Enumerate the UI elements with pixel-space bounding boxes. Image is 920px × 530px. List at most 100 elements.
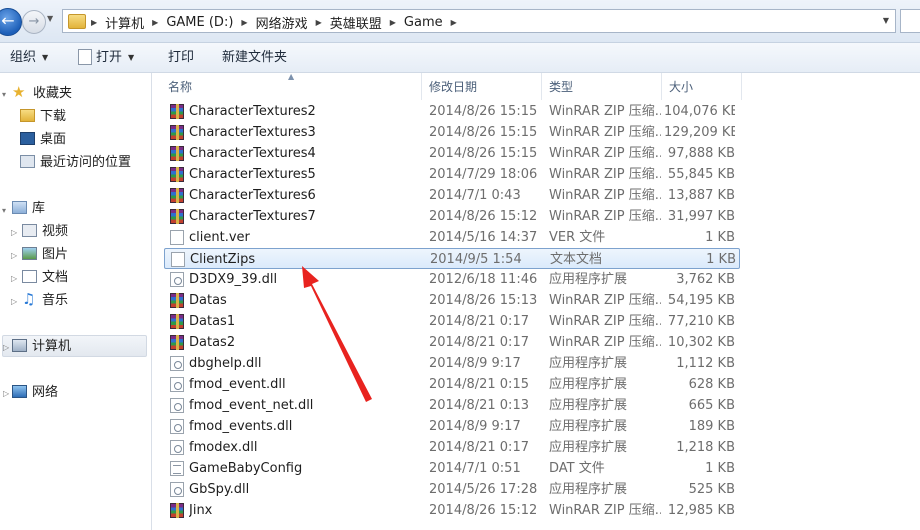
column-header-type[interactable]: 类型 xyxy=(542,73,662,100)
file-row[interactable]: GbSpy.dll 2014/5/26 17:28 应用程序扩展 525 KB xyxy=(164,479,740,500)
breadcrumb-drive[interactable]: GAME (D:) xyxy=(166,15,233,30)
winrar-archive-icon xyxy=(170,293,184,308)
sidebar-item-recent[interactable]: 最近访问的位置 xyxy=(20,153,131,173)
dll-file-icon xyxy=(170,482,184,497)
file-name: ClientZips xyxy=(190,252,256,267)
computer-icon xyxy=(12,339,27,352)
dat-file-icon xyxy=(170,461,184,476)
collapse-arrow-icon[interactable]: ▷ xyxy=(11,228,17,237)
breadcrumb-online-games[interactable]: 网络游戏 xyxy=(256,13,308,32)
file-date: 2014/8/21 0:17 xyxy=(429,314,529,329)
open-button[interactable]: 打开 ▼ xyxy=(78,43,134,72)
chevron-right-icon[interactable]: ▶ xyxy=(241,18,247,27)
file-date: 2014/9/5 1:54 xyxy=(430,252,522,267)
file-size: 77,210 KB xyxy=(667,314,735,329)
file-name: GbSpy.dll xyxy=(189,482,250,497)
file-type: 应用程序扩展 xyxy=(549,356,628,371)
file-size: 1,112 KB xyxy=(676,356,735,371)
file-name: CharacterTextures3 xyxy=(189,125,316,140)
collapse-arrow-icon[interactable]: ▷ xyxy=(11,297,17,306)
column-header-date[interactable]: 修改日期 xyxy=(422,73,542,100)
dll-file-icon xyxy=(170,398,184,413)
file-row[interactable]: fmod_event.dll 2014/8/21 0:15 应用程序扩展 628 KB xyxy=(164,374,740,395)
collapse-arrow-icon[interactable]: ▷ xyxy=(11,251,17,260)
file-name: CharacterTextures7 xyxy=(189,209,316,224)
chevron-right-icon[interactable]: ▶ xyxy=(451,18,457,27)
sidebar-item-label: 库 xyxy=(32,201,46,216)
collapse-arrow-icon[interactable]: ▷ xyxy=(3,389,9,398)
sidebar-item-documents[interactable]: 文档 xyxy=(22,268,68,288)
file-row[interactable]: Datas2 2014/8/21 0:17 WinRAR ZIP 压缩... 10,3… xyxy=(164,332,740,353)
chevron-right-icon[interactable]: ▶ xyxy=(152,18,158,27)
sidebar-item-libraries[interactable]: 库 xyxy=(12,199,45,219)
file-row[interactable]: GameBabyConfig 2014/7/1 0:51 DAT 文件 1 KB xyxy=(164,458,740,479)
file-row[interactable]: CharacterTextures6 2014/7/1 0:43 WinRAR ZI… xyxy=(164,185,740,206)
file-date: 2014/8/26 15:15 xyxy=(429,146,538,161)
address-bar-area: ← → ▼ ▶ 计算机 ▶ GAME (D:) ▶ 网络游戏 ▶ 英雄联盟 ▶ … xyxy=(0,0,920,43)
file-type: WinRAR ZIP 压缩... xyxy=(549,104,661,119)
sidebar-item-downloads[interactable]: 下载 xyxy=(20,107,66,127)
sidebar-item-computer[interactable]: 计算机 xyxy=(12,337,71,357)
file-row[interactable]: D3DX9_39.dll 2012/6/18 11:46 应用程序扩展 3,762 K… xyxy=(164,269,740,290)
file-row[interactable]: Datas 2014/8/26 15:13 WinRAR ZIP 压缩... 54,1… xyxy=(164,290,740,311)
file-date: 2014/8/26 15:12 xyxy=(429,209,538,224)
chevron-right-icon[interactable]: ▶ xyxy=(91,18,97,27)
sidebar-item-network[interactable]: 网络 xyxy=(12,383,58,403)
recent-pages-dropdown[interactable]: ▼ xyxy=(47,14,53,23)
file-row[interactable]: client.ver 2014/5/16 14:37 VER 文件 1 KB xyxy=(164,227,740,248)
file-date: 2014/5/16 14:37 xyxy=(429,230,538,245)
forward-button[interactable]: → xyxy=(22,10,46,34)
file-date: 2014/8/26 15:12 xyxy=(429,503,538,518)
sidebar-item-favorites[interactable]: ★ 收藏夹 xyxy=(12,84,72,104)
chevron-right-icon[interactable]: ▶ xyxy=(316,18,322,27)
file-type: WinRAR ZIP 压缩... xyxy=(549,314,661,329)
sidebar-item-label: 最近访问的位置 xyxy=(40,155,132,170)
file-type: WinRAR ZIP 压缩... xyxy=(549,335,661,350)
file-row[interactable]: CharacterTextures2 2014/8/26 15:15 WinRAR … xyxy=(164,101,740,122)
print-button[interactable]: 打印 xyxy=(168,43,194,72)
organize-button[interactable]: 组织 ▼ xyxy=(10,43,48,72)
file-row[interactable]: CharacterTextures7 2014/8/26 15:12 WinRAR … xyxy=(164,206,740,227)
file-date: 2014/8/21 0:17 xyxy=(429,335,529,350)
sidebar-item-label: 图片 xyxy=(42,247,69,262)
file-row[interactable]: dbghelp.dll 2014/8/9 9:17 应用程序扩展 1,112 KB xyxy=(164,353,740,374)
breadcrumb-computer[interactable]: 计算机 xyxy=(105,13,144,32)
sidebar-item-desktop[interactable]: 桌面 xyxy=(20,130,66,150)
file-row[interactable]: CharacterTextures5 2014/7/29 18:06 WinRAR … xyxy=(164,164,740,185)
expand-arrow-icon[interactable]: ▾ xyxy=(2,90,6,99)
command-bar: 组织 ▼ 打开 ▼ 打印 新建文件夹 xyxy=(0,43,920,73)
address-input[interactable]: ▶ 计算机 ▶ GAME (D:) ▶ 网络游戏 ▶ 英雄联盟 ▶ Game ▶… xyxy=(62,9,896,33)
column-header-size[interactable]: 大小 xyxy=(662,73,742,100)
expand-arrow-icon[interactable]: ▾ xyxy=(2,206,6,215)
sidebar-item-videos[interactable]: 视频 xyxy=(22,222,68,242)
collapse-arrow-icon[interactable]: ▷ xyxy=(11,274,17,283)
file-name: Datas2 xyxy=(189,335,236,350)
chevron-right-icon[interactable]: ▶ xyxy=(390,18,396,27)
file-row[interactable]: fmod_event_net.dll 2014/8/21 0:13 应用程序扩展 66… xyxy=(164,395,740,416)
refresh-button[interactable] xyxy=(900,9,920,33)
file-row[interactable]: ClientZips 2014/9/5 1:54 文本文档 1 KB xyxy=(164,248,740,269)
file-type: WinRAR ZIP 压缩... xyxy=(549,503,661,518)
file-type: WinRAR ZIP 压缩... xyxy=(549,167,661,182)
file-name: GameBabyConfig xyxy=(189,461,303,476)
sidebar-item-pictures[interactable]: 图片 xyxy=(22,245,68,265)
file-row[interactable]: CharacterTextures4 2014/8/26 15:15 WinRAR … xyxy=(164,143,740,164)
file-date: 2012/6/18 11:46 xyxy=(429,272,538,287)
address-dropdown-icon[interactable]: ▼ xyxy=(883,16,889,25)
file-size: 1 KB xyxy=(705,461,735,476)
back-button[interactable]: ← xyxy=(0,8,22,36)
new-folder-button[interactable]: 新建文件夹 xyxy=(222,43,287,72)
file-row[interactable]: Jinx 2014/8/26 15:12 WinRAR ZIP 压缩... 12,98… xyxy=(164,500,740,521)
file-row[interactable]: fmod_events.dll 2014/8/9 9:17 应用程序扩展 189 KB xyxy=(164,416,740,437)
file-row[interactable]: fmodex.dll 2014/8/21 0:17 应用程序扩展 1,218 KB xyxy=(164,437,740,458)
sidebar-item-music[interactable]: ♫ 音乐 xyxy=(22,291,68,311)
file-row[interactable]: Datas1 2014/8/21 0:17 WinRAR ZIP 压缩... 77,2… xyxy=(164,311,740,332)
breadcrumb-game[interactable]: Game xyxy=(404,15,443,30)
collapse-arrow-icon[interactable]: ▷ xyxy=(3,343,9,352)
file-name: fmod_event_net.dll xyxy=(189,398,314,413)
sidebar-item-label: 下载 xyxy=(40,109,67,124)
breadcrumb-lol[interactable]: 英雄联盟 xyxy=(330,13,382,32)
column-header-name[interactable]: 名称 xyxy=(152,73,422,100)
file-row[interactable]: CharacterTextures3 2014/8/26 15:15 WinRAR … xyxy=(164,122,740,143)
downloads-folder-icon xyxy=(20,109,35,122)
